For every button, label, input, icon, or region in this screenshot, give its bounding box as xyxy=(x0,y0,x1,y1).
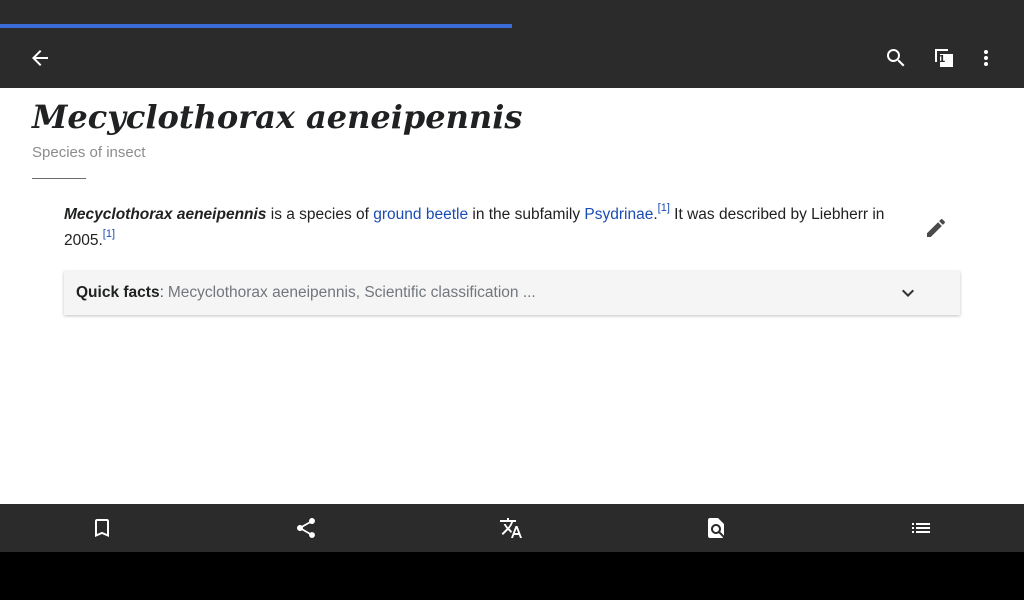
quick-facts-separator: : xyxy=(159,284,164,301)
quick-facts-summary: Mecyclothorax aeneipennis, Scientific cl… xyxy=(167,284,536,301)
table-of-contents-icon xyxy=(912,523,930,533)
lead-paragraph: Mecyclothorax aeneipennis is a species o… xyxy=(64,202,910,254)
bottom-toolbar xyxy=(0,504,1024,552)
share-icon xyxy=(296,518,315,538)
arrow-left-icon xyxy=(32,50,48,66)
lead-subject: Mecyclothorax aeneipennis xyxy=(64,206,267,223)
bookmark-icon xyxy=(95,519,109,537)
quick-facts-box[interactable]: Quick facts: Mecyclothorax aeneipennis, S… xyxy=(64,271,960,315)
reference-link[interactable]: [1] xyxy=(103,228,115,240)
bookmark-button[interactable] xyxy=(90,516,114,540)
more-options-button[interactable] xyxy=(962,34,1010,82)
translate-icon xyxy=(500,518,522,538)
edit-section-button[interactable] xyxy=(916,208,956,248)
link-psydrinae[interactable]: Psydrinae xyxy=(584,206,653,223)
reference-link[interactable]: [1] xyxy=(658,202,670,214)
share-button[interactable] xyxy=(294,516,318,540)
more-vert-icon xyxy=(984,50,988,66)
quick-facts-label: Quick facts xyxy=(76,284,160,301)
tab-count: 1 xyxy=(938,53,946,65)
lead-text: is a species of xyxy=(266,206,374,223)
system-navigation-area xyxy=(0,552,1024,600)
translate-button[interactable] xyxy=(499,516,523,540)
page-description: Species of insect xyxy=(32,144,146,161)
status-bar xyxy=(0,0,1024,24)
title-divider xyxy=(32,178,86,179)
find-in-page-button[interactable] xyxy=(704,516,728,540)
top-toolbar: 1 xyxy=(0,28,1024,88)
search-icon xyxy=(887,49,905,67)
back-button[interactable] xyxy=(16,34,64,82)
chevron-down-icon[interactable] xyxy=(896,281,920,305)
table-of-contents-button[interactable] xyxy=(909,516,933,540)
link-ground-beetle[interactable]: ground beetle xyxy=(373,206,468,223)
pencil-icon xyxy=(927,218,946,237)
article-content: Mecyclothorax aeneipennis Species of ins… xyxy=(0,88,1024,504)
page-title: Mecyclothorax aeneipennis xyxy=(32,98,523,136)
lead-text: in the subfamily xyxy=(468,206,585,223)
find-in-page-icon xyxy=(708,518,724,538)
search-button[interactable] xyxy=(872,34,920,82)
